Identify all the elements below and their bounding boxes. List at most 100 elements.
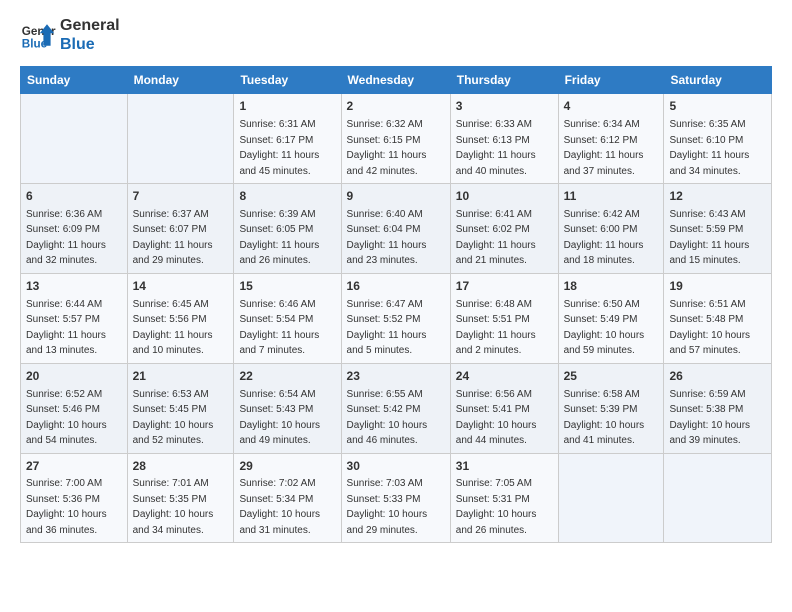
weekday-header-friday: Friday (558, 67, 664, 94)
day-content: Sunrise: 6:39 AM Sunset: 6:05 PM Dayligh… (239, 209, 319, 267)
day-number: 9 (347, 188, 445, 205)
week-row-3: 20 Sunrise: 6:52 AM Sunset: 5:46 PM Dayli… (21, 363, 772, 453)
day-number: 22 (239, 368, 335, 385)
day-cell: 18 Sunrise: 6:50 AM Sunset: 5:49 PM Dayli… (558, 273, 664, 363)
day-cell: 14Sunrise: 6:45 AM Sunset: 5:56 PM Dayli… (127, 273, 234, 363)
day-cell: 11 Sunrise: 6:42 AM Sunset: 6:00 PM Dayli… (558, 184, 664, 274)
day-cell: 5 Sunrise: 6:35 AM Sunset: 6:10 PM Daylig… (664, 94, 772, 184)
day-number: 27 (26, 458, 122, 475)
day-number: 4 (564, 98, 659, 115)
day-number: 25 (564, 368, 659, 385)
day-content: Sunrise: 6:42 AM Sunset: 6:00 PM Dayligh… (564, 209, 644, 267)
day-content: Sunrise: 7:03 AM Sunset: 5:33 PM Dayligh… (347, 478, 428, 536)
logo-icon: General Blue (20, 17, 56, 53)
day-content: Sunrise: 7:02 AM Sunset: 5:34 PM Dayligh… (239, 478, 320, 536)
week-row-1: 6Sunrise: 6:36 AM Sunset: 6:09 PM Daylig… (21, 184, 772, 274)
day-content: Sunrise: 6:52 AM Sunset: 5:46 PM Dayligh… (26, 389, 107, 447)
logo: General Blue General Blue (20, 16, 120, 54)
day-number: 7 (133, 188, 229, 205)
day-cell (21, 94, 128, 184)
logo-general: General (60, 16, 120, 35)
day-cell: 31 Sunrise: 7:05 AM Sunset: 5:31 PM Dayli… (450, 453, 558, 543)
day-number: 5 (669, 98, 766, 115)
day-cell: 4Sunrise: 6:34 AM Sunset: 6:12 PM Daylig… (558, 94, 664, 184)
day-content: Sunrise: 6:31 AM Sunset: 6:17 PM Dayligh… (239, 119, 319, 177)
day-number: 15 (239, 278, 335, 295)
day-number: 30 (347, 458, 445, 475)
day-cell: 9 Sunrise: 6:40 AM Sunset: 6:04 PM Daylig… (341, 184, 450, 274)
day-cell: 20 Sunrise: 6:52 AM Sunset: 5:46 PM Dayli… (21, 363, 128, 453)
day-number: 23 (347, 368, 445, 385)
day-number: 14 (133, 278, 229, 295)
day-cell: 26Sunrise: 6:59 AM Sunset: 5:38 PM Dayli… (664, 363, 772, 453)
day-number: 28 (133, 458, 229, 475)
day-number: 29 (239, 458, 335, 475)
day-cell: 12Sunrise: 6:43 AM Sunset: 5:59 PM Dayli… (664, 184, 772, 274)
day-content: Sunrise: 6:56 AM Sunset: 5:41 PM Dayligh… (456, 389, 537, 447)
day-cell (558, 453, 664, 543)
weekday-header-monday: Monday (127, 67, 234, 94)
day-cell: 24 Sunrise: 6:56 AM Sunset: 5:41 PM Dayli… (450, 363, 558, 453)
day-number: 26 (669, 368, 766, 385)
day-cell: 6Sunrise: 6:36 AM Sunset: 6:09 PM Daylig… (21, 184, 128, 274)
day-number: 19 (669, 278, 766, 295)
day-content: Sunrise: 6:46 AM Sunset: 5:54 PM Dayligh… (239, 299, 319, 357)
day-cell: 2Sunrise: 6:32 AM Sunset: 6:15 PM Daylig… (341, 94, 450, 184)
header: General Blue General Blue (20, 16, 772, 54)
day-cell: 29 Sunrise: 7:02 AM Sunset: 5:34 PM Dayli… (234, 453, 341, 543)
day-content: Sunrise: 6:44 AM Sunset: 5:57 PM Dayligh… (26, 299, 106, 357)
day-number: 16 (347, 278, 445, 295)
day-content: Sunrise: 7:05 AM Sunset: 5:31 PM Dayligh… (456, 478, 537, 536)
logo-blue: Blue (60, 35, 120, 54)
weekday-header-saturday: Saturday (664, 67, 772, 94)
weekday-header-sunday: Sunday (21, 67, 128, 94)
day-number: 11 (564, 188, 659, 205)
day-content: Sunrise: 6:37 AM Sunset: 6:07 PM Dayligh… (133, 209, 213, 267)
day-content: Sunrise: 7:01 AM Sunset: 5:35 PM Dayligh… (133, 478, 214, 536)
day-cell: 28 Sunrise: 7:01 AM Sunset: 5:35 PM Dayli… (127, 453, 234, 543)
day-cell: 16 Sunrise: 6:47 AM Sunset: 5:52 PM Dayli… (341, 273, 450, 363)
day-content: Sunrise: 6:58 AM Sunset: 5:39 PM Dayligh… (564, 389, 645, 447)
day-content: Sunrise: 6:53 AM Sunset: 5:45 PM Dayligh… (133, 389, 214, 447)
day-cell: 10Sunrise: 6:41 AM Sunset: 6:02 PM Dayli… (450, 184, 558, 274)
day-cell (127, 94, 234, 184)
day-cell: 13 Sunrise: 6:44 AM Sunset: 5:57 PM Dayli… (21, 273, 128, 363)
day-content: Sunrise: 6:40 AM Sunset: 6:04 PM Dayligh… (347, 209, 427, 267)
day-cell: 1Sunrise: 6:31 AM Sunset: 6:17 PM Daylig… (234, 94, 341, 184)
day-content: Sunrise: 6:35 AM Sunset: 6:10 PM Dayligh… (669, 119, 749, 177)
day-cell: 30 Sunrise: 7:03 AM Sunset: 5:33 PM Dayli… (341, 453, 450, 543)
day-number: 31 (456, 458, 553, 475)
calendar-container: General Blue General Blue SundayMondayTu… (0, 0, 792, 559)
day-number: 17 (456, 278, 553, 295)
day-content: Sunrise: 6:33 AM Sunset: 6:13 PM Dayligh… (456, 119, 536, 177)
day-cell: 23Sunrise: 6:55 AM Sunset: 5:42 PM Dayli… (341, 363, 450, 453)
week-row-2: 13 Sunrise: 6:44 AM Sunset: 5:57 PM Dayli… (21, 273, 772, 363)
weekday-header-wednesday: Wednesday (341, 67, 450, 94)
day-content: Sunrise: 7:00 AM Sunset: 5:36 PM Dayligh… (26, 478, 107, 536)
day-cell: 8Sunrise: 6:39 AM Sunset: 6:05 PM Daylig… (234, 184, 341, 274)
weekday-header-row: SundayMondayTuesdayWednesdayThursdayFrid… (21, 67, 772, 94)
weekday-header-tuesday: Tuesday (234, 67, 341, 94)
week-row-0: 1Sunrise: 6:31 AM Sunset: 6:17 PM Daylig… (21, 94, 772, 184)
day-cell: 21 Sunrise: 6:53 AM Sunset: 5:45 PM Dayli… (127, 363, 234, 453)
week-row-4: 27 Sunrise: 7:00 AM Sunset: 5:36 PM Dayli… (21, 453, 772, 543)
day-number: 13 (26, 278, 122, 295)
day-number: 18 (564, 278, 659, 295)
day-content: Sunrise: 6:47 AM Sunset: 5:52 PM Dayligh… (347, 299, 427, 357)
day-content: Sunrise: 6:50 AM Sunset: 5:49 PM Dayligh… (564, 299, 645, 357)
day-number: 3 (456, 98, 553, 115)
day-cell: 15 Sunrise: 6:46 AM Sunset: 5:54 PM Dayli… (234, 273, 341, 363)
day-number: 2 (347, 98, 445, 115)
day-content: Sunrise: 6:43 AM Sunset: 5:59 PM Dayligh… (669, 209, 749, 267)
day-number: 24 (456, 368, 553, 385)
day-number: 21 (133, 368, 229, 385)
day-content: Sunrise: 6:54 AM Sunset: 5:43 PM Dayligh… (239, 389, 320, 447)
calendar-table: SundayMondayTuesdayWednesdayThursdayFrid… (20, 66, 772, 543)
day-cell: 25 Sunrise: 6:58 AM Sunset: 5:39 PM Dayli… (558, 363, 664, 453)
day-cell: 22 Sunrise: 6:54 AM Sunset: 5:43 PM Dayli… (234, 363, 341, 453)
day-number: 10 (456, 188, 553, 205)
day-cell: 7 Sunrise: 6:37 AM Sunset: 6:07 PM Daylig… (127, 184, 234, 274)
day-cell: 3 Sunrise: 6:33 AM Sunset: 6:13 PM Daylig… (450, 94, 558, 184)
day-number: 20 (26, 368, 122, 385)
day-content: Sunrise: 6:51 AM Sunset: 5:48 PM Dayligh… (669, 299, 750, 357)
